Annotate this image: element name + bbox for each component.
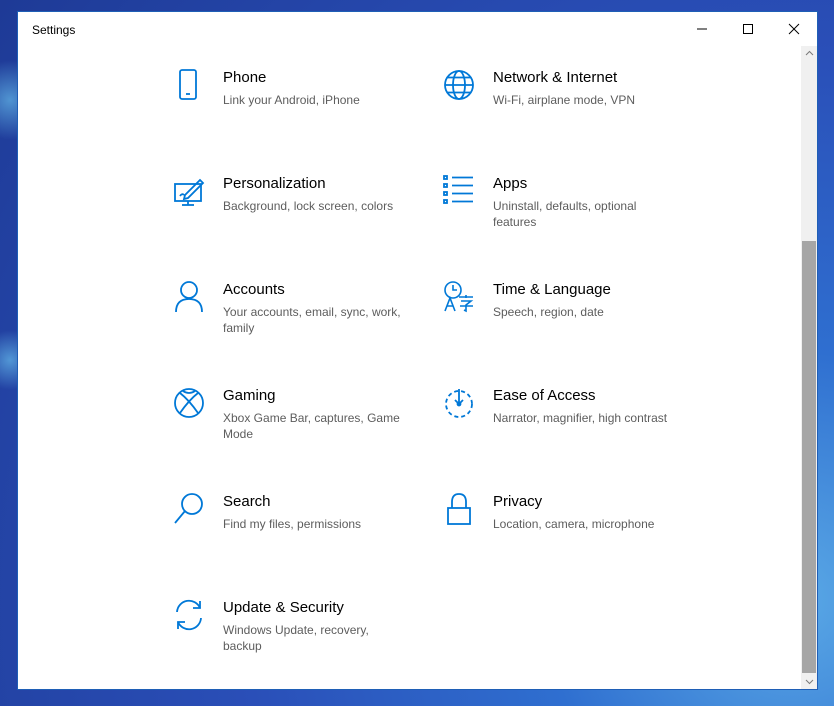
tile-description: Narrator, magnifier, high contrast xyxy=(493,411,668,425)
tile-title: Privacy xyxy=(493,493,543,510)
minimize-button[interactable] xyxy=(679,12,725,46)
tile-description: Your accounts, email, sync, work, family xyxy=(223,305,401,335)
tile-description: Background, lock screen, colors xyxy=(223,199,394,213)
globe-icon xyxy=(443,68,475,102)
tile-title: Update & Security xyxy=(223,599,344,616)
personalization-icon xyxy=(173,174,205,208)
tile-apps[interactable]: Apps Uninstall, defaults, optional featu… xyxy=(443,174,693,264)
lock-icon xyxy=(443,492,475,526)
minimize-icon xyxy=(697,28,707,30)
tile-gaming[interactable]: Gaming Xbox Game Bar, captures, Game Mod… xyxy=(173,386,423,476)
ease-of-access-icon xyxy=(443,386,475,420)
tile-personalization[interactable]: Personalization Background, lock screen,… xyxy=(173,174,423,264)
title-bar: Settings xyxy=(18,12,817,46)
tile-description: Link your Android, iPhone xyxy=(223,93,360,107)
tile-title: Ease of Access xyxy=(493,387,596,404)
tile-title: Network & Internet xyxy=(493,69,618,86)
tile-description: Speech, region, date xyxy=(493,305,604,319)
search-icon xyxy=(173,492,205,526)
tile-phone[interactable]: Phone Link your Android, iPhone xyxy=(173,68,423,158)
phone-icon xyxy=(173,68,205,102)
tile-title: Gaming xyxy=(223,387,276,404)
tile-title: Phone xyxy=(223,69,267,86)
maximize-icon xyxy=(743,24,753,34)
tile-description: Uninstall, defaults, optional features xyxy=(493,199,637,229)
apps-list-icon xyxy=(443,174,475,208)
window-title: Settings xyxy=(32,23,76,37)
tile-title: Time & Language xyxy=(493,281,611,298)
tile-description: Xbox Game Bar, captures, Game Mode xyxy=(223,411,400,441)
tile-time-language[interactable]: Time & Language Speech, region, date xyxy=(443,280,693,370)
tile-ease-of-access[interactable]: Ease of Access Narrator, magnifier, high… xyxy=(443,386,693,476)
person-icon xyxy=(173,280,205,314)
scroll-down-button[interactable] xyxy=(801,675,817,689)
settings-window: Settings Phone Link your Android, iPhone xyxy=(17,11,818,690)
xbox-icon xyxy=(173,386,205,420)
tile-privacy[interactable]: Privacy Location, camera, microphone xyxy=(443,492,693,582)
tile-network-internet[interactable]: Network & Internet Wi-Fi, airplane mode,… xyxy=(443,68,693,158)
tile-description: Windows Update, recovery, backup xyxy=(223,623,369,653)
tile-description: Wi-Fi, airplane mode, VPN xyxy=(493,93,636,107)
tile-title: Personalization xyxy=(223,175,326,192)
tile-update-security[interactable]: Update & Security Windows Update, recove… xyxy=(173,598,423,688)
tile-title: Apps xyxy=(493,175,528,192)
sync-icon xyxy=(173,598,205,632)
vertical-scrollbar[interactable] xyxy=(801,46,817,689)
close-button[interactable] xyxy=(771,12,817,46)
maximize-button[interactable] xyxy=(725,12,771,46)
chevron-up-icon xyxy=(805,50,813,56)
scroll-thumb[interactable] xyxy=(802,241,816,673)
chevron-down-icon xyxy=(805,679,813,685)
tile-title: Search xyxy=(223,493,271,510)
close-icon xyxy=(788,23,800,35)
tile-title: Accounts xyxy=(223,281,285,298)
tile-description: Location, camera, microphone xyxy=(493,517,655,531)
tile-accounts[interactable]: Accounts Your accounts, email, sync, wor… xyxy=(173,280,423,370)
scroll-up-button[interactable] xyxy=(801,46,817,60)
tile-description: Find my files, permissions xyxy=(223,517,362,531)
time-language-icon xyxy=(443,280,475,314)
tile-search[interactable]: Search Find my files, permissions xyxy=(173,492,423,582)
